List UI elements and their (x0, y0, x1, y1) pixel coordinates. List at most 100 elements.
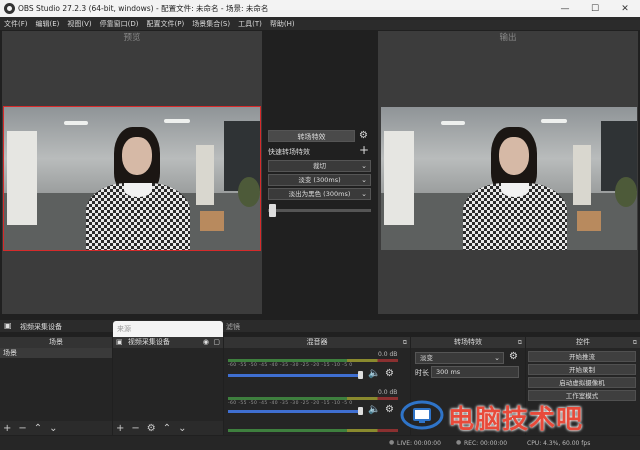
speaker-icon[interactable]: 🔈 (368, 404, 380, 415)
scenes-dock-header: 场景 (0, 337, 112, 348)
move-up-icon[interactable]: ⌃ (34, 423, 42, 434)
obs-logo-icon (4, 3, 15, 14)
program-video-frame (381, 107, 637, 250)
quick-transition-cut[interactable]: 裁切 ⌄ (268, 160, 371, 172)
move-up-icon[interactable]: ⌃ (163, 423, 171, 434)
controls-dock-title: 控件 (576, 338, 590, 346)
scenes-dock-toolbar: + − ⌃ ⌄ (0, 421, 112, 435)
remove-scene-icon[interactable]: − (18, 423, 26, 434)
scenes-dock: 场景 场景 + − ⌃ ⌄ (0, 337, 112, 435)
float-dock-icon[interactable]: ⧉ (633, 337, 637, 348)
sources-dock: 来源 ▣ 视频采集设备 ◉ ▢ + − ⚙ ⌃ ⌄ (113, 321, 223, 435)
window-title: OBS Studio 27.2.3 (64-bit, windows) - 配置… (18, 4, 269, 13)
track-1-meter (228, 359, 398, 362)
watermark-logo-icon (400, 400, 444, 430)
audio-mixer-dock: 混音器 ⧉ 0.0 dB -60 -55 -50 -45 -40 -35 -30… (224, 337, 410, 435)
menu-scene-collection[interactable]: 场景集合(S) (192, 19, 230, 29)
float-dock-icon[interactable]: ⧉ (403, 337, 407, 348)
move-down-icon[interactable]: ⌄ (178, 423, 186, 434)
quick-transition-cut-label: 裁切 (313, 162, 326, 170)
transition-select-value: 淡变 (420, 354, 433, 362)
track-2-db: 0.0 dB (378, 389, 398, 396)
track-1-ticks: -60 -55 -50 -45 -40 -35 -30 -25 -20 -15 … (228, 363, 353, 368)
camera-icon: ▣ (116, 338, 123, 346)
menu-docks[interactable]: 停靠窗口(D) (100, 19, 139, 29)
program-label: 输出 (499, 33, 517, 43)
chevron-down-icon: ⌄ (494, 354, 500, 362)
source-item-label: 视频采集设备 (127, 338, 170, 346)
gear-icon[interactable]: ⚙ (509, 351, 518, 362)
speaker-icon[interactable]: 🔈 (368, 368, 380, 379)
gear-icon[interactable]: ⚙ (147, 423, 156, 434)
transition-dock-title: 转场特效 (454, 338, 482, 346)
tbar-track[interactable] (268, 209, 371, 212)
float-dock-icon[interactable]: ⧉ (518, 337, 522, 348)
track-2-volume-slider[interactable] (228, 410, 362, 413)
preview-pane[interactable]: 预览 (2, 31, 262, 314)
close-button[interactable]: ✕ (610, 0, 640, 17)
transition-dock-header: 转场特效 ⧉ (411, 337, 525, 348)
preview-label: 预览 (123, 33, 141, 43)
quick-transition-fade[interactable]: 淡变 (300ms) ⌄ (268, 174, 371, 186)
minimize-button[interactable]: — (550, 0, 580, 17)
gear-icon[interactable]: ⚙ (385, 368, 394, 379)
chevron-down-icon: ⌄ (361, 162, 367, 170)
track-1-volume-knob[interactable] (358, 371, 363, 379)
eye-icon[interactable]: ◉ (203, 337, 209, 348)
cpu-fps: CPU: 4.3%, 60.00 fps (527, 440, 591, 447)
menu-bar: 文件(F) 编辑(E) 视图(V) 停靠窗口(D) 配置文件(P) 场景集合(S… (0, 17, 640, 30)
quick-transition-label: 快速转场特效 (268, 148, 310, 156)
quick-transition-fade-to-black[interactable]: 淡出为黑色 (300ms) ⌄ (268, 188, 371, 200)
watermark-text: 电脑技术吧 (448, 405, 584, 435)
source-list-item[interactable]: ▣ 视频采集设备 ◉ ▢ (113, 337, 223, 348)
move-down-icon[interactable]: ⌄ (49, 423, 57, 434)
transition-button[interactable]: 转场特效 (268, 130, 355, 142)
controls-dock-header: 控件 ⧉ (526, 337, 640, 348)
track-2-ticks: -60 -55 -50 -45 -40 -35 -30 -25 -20 -15 … (228, 401, 353, 406)
filters-tab[interactable]: 滤镜 (226, 322, 240, 332)
scenes-dock-title: 场景 (49, 338, 63, 346)
live-indicator-icon: ● (389, 439, 395, 446)
rec-indicator-icon: ● (456, 439, 462, 446)
chevron-down-icon: ⌄ (361, 176, 367, 184)
tbar-handle[interactable] (269, 204, 276, 217)
menu-help[interactable]: 帮助(H) (270, 19, 295, 29)
menu-file[interactable]: 文件(F) (4, 19, 28, 29)
preview-video-frame[interactable] (3, 106, 261, 251)
menu-edit[interactable]: 编辑(E) (36, 19, 60, 29)
rec-timer: REC: 00:00:00 (464, 440, 508, 447)
menu-profile[interactable]: 配置文件(P) (147, 19, 185, 29)
selected-source-label: 视频采集设备 (20, 323, 62, 331)
track-1-db: 0.0 dB (378, 351, 398, 358)
start-virtual-camera-button[interactable]: 启动虚拟摄像机 (528, 377, 636, 388)
add-quick-transition-icon[interactable]: + (359, 143, 369, 157)
sources-dock-title: 来源 (113, 321, 223, 337)
gear-icon[interactable]: ⚙ (385, 404, 394, 415)
status-bar: ● LIVE: 00:00:00 ● REC: 00:00:00 CPU: 4.… (0, 436, 640, 450)
sources-dock-toolbar: + − ⚙ ⌃ ⌄ (113, 421, 223, 435)
scene-list-item[interactable]: 场景 (0, 348, 112, 358)
duration-input[interactable]: 300 ms (431, 366, 519, 378)
add-source-icon[interactable]: + (116, 423, 124, 434)
live-timer: LIVE: 00:00:00 (397, 440, 441, 447)
remove-source-icon[interactable]: − (131, 423, 139, 434)
track-1-volume-slider[interactable] (228, 374, 362, 377)
start-recording-button[interactable]: 开始录制 (528, 364, 636, 375)
track-2-volume-knob[interactable] (358, 407, 363, 415)
gear-icon[interactable]: ⚙ (359, 130, 368, 141)
transition-select[interactable]: 淡变 ⌄ (415, 352, 504, 364)
add-scene-icon[interactable]: + (3, 423, 11, 434)
menu-tools[interactable]: 工具(T) (238, 19, 262, 29)
mixer-dock-header: 混音器 ⧉ (224, 337, 410, 348)
start-streaming-button[interactable]: 开始推流 (528, 351, 636, 362)
lock-icon[interactable]: ▢ (213, 337, 220, 348)
duration-label: 时长 (415, 369, 429, 377)
mixer-dock-title: 混音器 (306, 338, 328, 346)
program-pane: 输出 (378, 31, 638, 314)
chevron-down-icon: ⌄ (361, 190, 367, 198)
maximize-button[interactable]: ☐ (580, 0, 610, 17)
selected-source-bar: ▣ 视频采集设备 滤镜 (0, 320, 640, 332)
camera-icon: ▣ (4, 321, 12, 330)
menu-view[interactable]: 视图(V) (67, 19, 91, 29)
quick-transition-fade-to-black-label: 淡出为黑色 (300ms) (288, 190, 351, 198)
